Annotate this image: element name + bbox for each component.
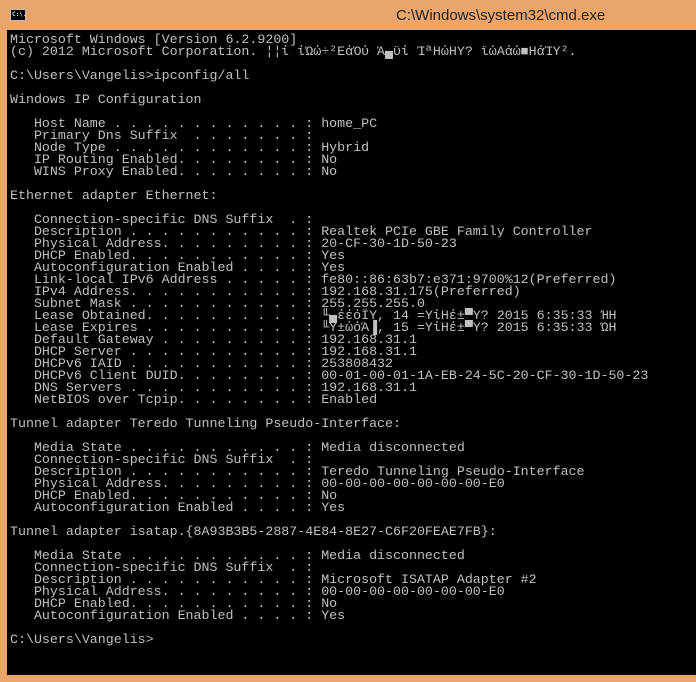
cmd-app-icon[interactable]: C:\. (10, 9, 26, 21)
console-output[interactable]: Microsoft Windows [Version 6.2.9200] (c) … (7, 30, 696, 675)
console-line: Autoconfiguration Enabled . . . . : Yes (10, 500, 346, 515)
console-line: C:\Users\Vangelis>ipconfig/all (10, 68, 250, 83)
console-line: Autoconfiguration Enabled . . . . : Yes (10, 608, 346, 623)
title-bar[interactable]: C:\. C:\Windows\system32\cmd.exe (0, 0, 696, 30)
console-line: Ethernet adapter Ethernet: (10, 188, 218, 203)
console-line: (c) 2012 Microsoft Corporation. ¦¦ί ίΏώ÷… (10, 44, 577, 59)
console-line: NetBIOS over Tcpip. . . . . . . . : Enab… (10, 392, 378, 407)
console-text: Microsoft Windows [Version 6.2.9200] (c) … (7, 30, 696, 646)
console-line: WINS Proxy Enabled. . . . . . . . : No (10, 164, 338, 179)
window-title: C:\Windows\system32\cmd.exe (396, 7, 606, 24)
console-line: Windows IP Configuration (10, 92, 202, 107)
console-line: C:\Users\Vangelis> (10, 632, 154, 647)
console-line: Tunnel adapter isatap.{8A93B3B5-2887-4E8… (10, 524, 497, 539)
console-line: Tunnel adapter Teredo Tunneling Pseudo-I… (10, 416, 401, 431)
